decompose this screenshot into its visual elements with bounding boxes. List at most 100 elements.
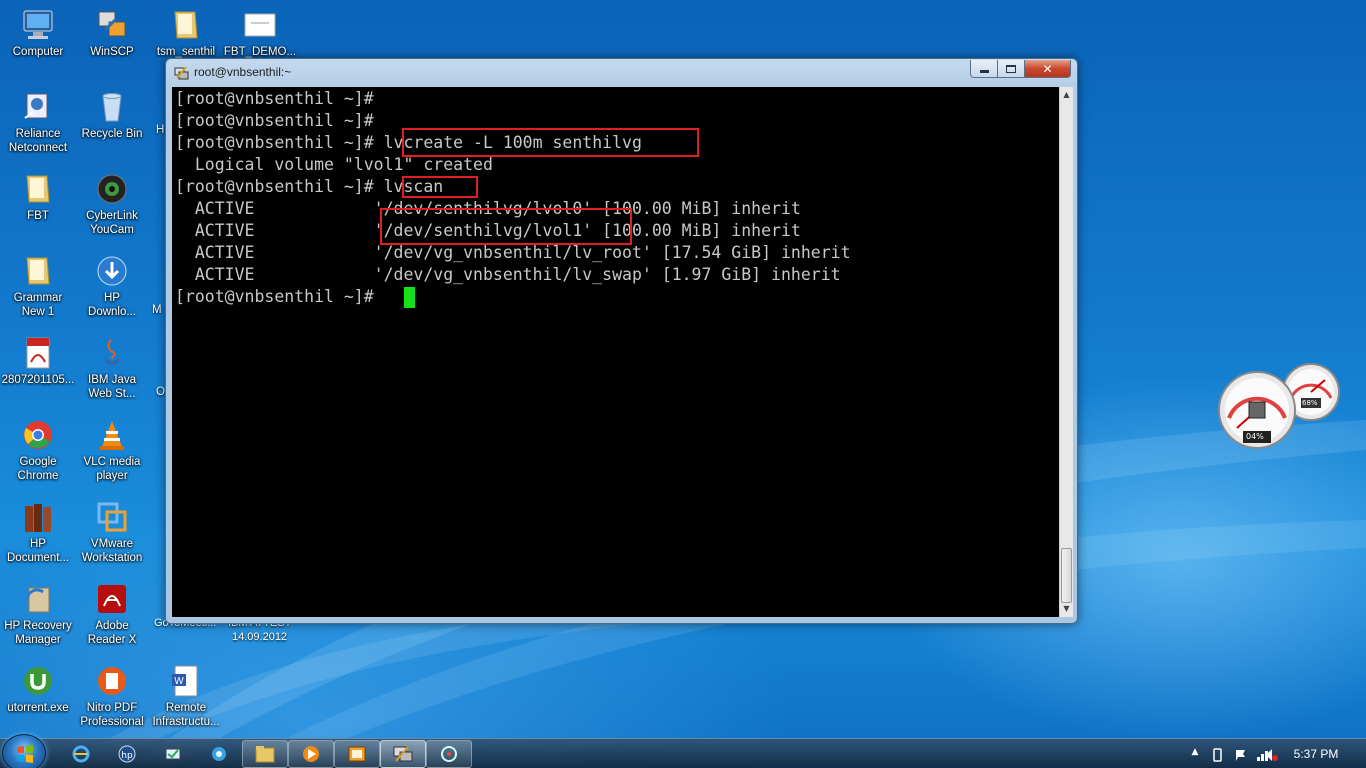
terminal-line: [root@vnbsenthil ~]# <box>175 89 374 108</box>
cpu-percent-readout: 04% <box>1246 432 1264 441</box>
adobe-reader-icon <box>95 582 129 616</box>
media-player-icon <box>303 746 319 762</box>
highlight-box-lvscan <box>402 176 478 198</box>
svg-text:W: W <box>174 676 184 687</box>
terminal-line: Logical volume "lvol1" created <box>175 155 493 174</box>
putty-icon <box>174 65 189 80</box>
covered-icon-label-o: O <box>156 386 165 398</box>
terminal-cursor <box>404 287 415 308</box>
hp-icon[interactable]: hp <box>118 745 136 763</box>
taskbar-app[interactable] <box>334 740 380 768</box>
desktop-icon-ibm-java[interactable]: IBM Java Web St... <box>74 336 150 401</box>
maximize-icon <box>1006 64 1016 73</box>
desktop-icon-winscp[interactable]: WinSCP <box>74 8 150 59</box>
scroll-down-icon[interactable]: ▼ <box>1060 601 1073 616</box>
taskbar-putty[interactable] <box>380 740 426 768</box>
desktop-icon-cyberlink[interactable]: CyberLink YouCam <box>74 172 150 237</box>
desktop-icon-label: HP Downlo... <box>88 292 136 318</box>
highlight-box-lvcreate <box>402 128 699 157</box>
desktop-icon-hp-download[interactable]: HP Downlo... <box>74 254 150 319</box>
desktop-icon-remote-infra[interactable]: W Remote Infrastructu... <box>148 664 224 729</box>
desktop-icon-fbt[interactable]: FBT <box>0 172 76 223</box>
desktop-icon-label: Adobe Reader X <box>87 620 137 646</box>
books-icon <box>21 500 55 534</box>
taskbar-network-tool[interactable] <box>426 740 472 768</box>
putty-window[interactable]: root@vnbsenthil:~ ✕ [root@vnbsenthil ~]#… <box>165 58 1078 624</box>
desktop-icon-label: Reliance Netconnect <box>8 128 68 154</box>
vlc-cone-icon <box>95 418 129 452</box>
action-center-icon[interactable] <box>1234 747 1248 761</box>
explorer-folder-icon <box>255 746 275 763</box>
maximize-button[interactable] <box>997 60 1025 78</box>
desktop-icon-reliance[interactable]: Reliance Netconnect <box>0 90 76 155</box>
network-connect-icon <box>21 90 55 124</box>
desktop-icon-hp-document[interactable]: HP Document... <box>0 500 76 565</box>
utorrent-icon <box>21 664 55 698</box>
desktop-icon-vmware[interactable]: VMware Workstation <box>74 500 150 565</box>
desktop-icon-label: VLC media player <box>83 456 141 482</box>
close-button[interactable]: ✕ <box>1024 60 1071 78</box>
terminal-area[interactable]: [root@vnbsenthil ~]# [root@vnbsenthil ~]… <box>172 87 1059 617</box>
folder-icon <box>21 254 55 288</box>
window-titlebar[interactable]: root@vnbsenthil:~ ✕ <box>166 59 1077 87</box>
system-clock[interactable]: 5:37 PM <box>1280 747 1352 761</box>
desktop-icon-adobe-reader[interactable]: Adobe Reader X <box>74 582 150 647</box>
desktop-icon-label: Google Chrome <box>17 456 59 482</box>
window-title: root@vnbsenthil:~ <box>194 65 292 79</box>
highlight-box-lvol1 <box>380 208 632 245</box>
desktop-icon-fbtdemo[interactable]: FBT_DEMO... <box>222 8 298 59</box>
cpu-meter-gadget[interactable]: 04% 68% <box>1215 358 1341 454</box>
terminal-line: ACTIVE '/dev/vg_vnbsenthil/lv_swap' [1.9… <box>175 265 841 284</box>
folder-icon <box>169 8 203 42</box>
taskbar-media-player[interactable] <box>288 740 334 768</box>
covered-icon-label-m: M <box>152 304 162 316</box>
desktop-icon-label: IBM Java Web St... <box>88 374 136 400</box>
volume-muted-icon[interactable] <box>1264 747 1278 761</box>
taskbar-explorer[interactable] <box>242 740 288 768</box>
internet-explorer-icon[interactable] <box>72 745 90 763</box>
start-button[interactable] <box>2 734 46 768</box>
word-document-icon: W <box>169 664 203 698</box>
desktop-icon-chrome[interactable]: Google Chrome <box>0 418 76 483</box>
vmware-icon <box>95 500 129 534</box>
desktop-icon-label: HP Recovery Manager <box>4 620 72 646</box>
desktop-icon-nitro-pdf[interactable]: Nitro PDF Professional <box>74 664 150 729</box>
svg-text:hp: hp <box>121 751 133 761</box>
scroll-thumb[interactable] <box>1061 548 1072 603</box>
desktop-icon-computer[interactable]: Computer <box>0 8 76 59</box>
covered-icon-label-h: H <box>156 124 165 136</box>
desktop-icon-vlc[interactable]: VLC media player <box>74 418 150 483</box>
scroll-up-icon[interactable]: ▲ <box>1060 87 1073 102</box>
computer-icon <box>21 8 55 42</box>
minimize-button[interactable] <box>970 60 998 78</box>
desktop-icon-label: Recycle Bin <box>81 128 143 140</box>
desktop-icon-recycle-bin[interactable]: Recycle Bin <box>74 90 150 141</box>
media-center-icon[interactable] <box>210 745 228 763</box>
desktop-icon-label: Nitro PDF Professional <box>80 702 144 728</box>
desktop-icon-hp-recovery[interactable]: HP Recovery Manager <box>0 582 76 647</box>
putty-icon <box>393 746 413 762</box>
terminal-line: [root@vnbsenthil ~]# <box>175 287 384 306</box>
desktop-icon-label: Remote Infrastructu... <box>152 702 220 728</box>
desktop-icon-label: Grammar New 1 <box>13 292 63 318</box>
desktop-icon-label: CyberLink YouCam <box>86 210 138 236</box>
java-icon <box>95 336 129 370</box>
desktop-icon-pdf-file[interactable]: 2807201105... <box>0 336 76 387</box>
minimize-icon <box>979 70 989 73</box>
windows-logo-icon <box>17 745 33 763</box>
document-thumbnail-icon <box>243 8 277 42</box>
mobile-device-icon[interactable] <box>1210 747 1224 762</box>
memory-percent-readout: 68% <box>1302 399 1318 407</box>
hp-download-icon <box>95 254 129 288</box>
desktop-icon-utorrent[interactable]: utorrent.exe <box>0 664 76 715</box>
desktop-icon-label: FBT <box>27 210 49 222</box>
desktop-icon-label: tsm_senthil <box>156 46 216 58</box>
recycle-bin-icon <box>95 90 129 124</box>
vertical-scrollbar[interactable]: ▲ ▼ <box>1059 87 1073 617</box>
desktop-icon-tsm[interactable]: tsm_senthil <box>148 8 224 59</box>
desktop-icon-grammar[interactable]: Grammar New 1 <box>0 254 76 319</box>
show-hidden-icons-icon[interactable]: ▲ <box>1188 747 1202 761</box>
desktop-icon-label: WinSCP <box>90 46 134 58</box>
desktop-icon-label: utorrent.exe <box>7 702 69 714</box>
mail-icon[interactable] <box>164 745 182 763</box>
